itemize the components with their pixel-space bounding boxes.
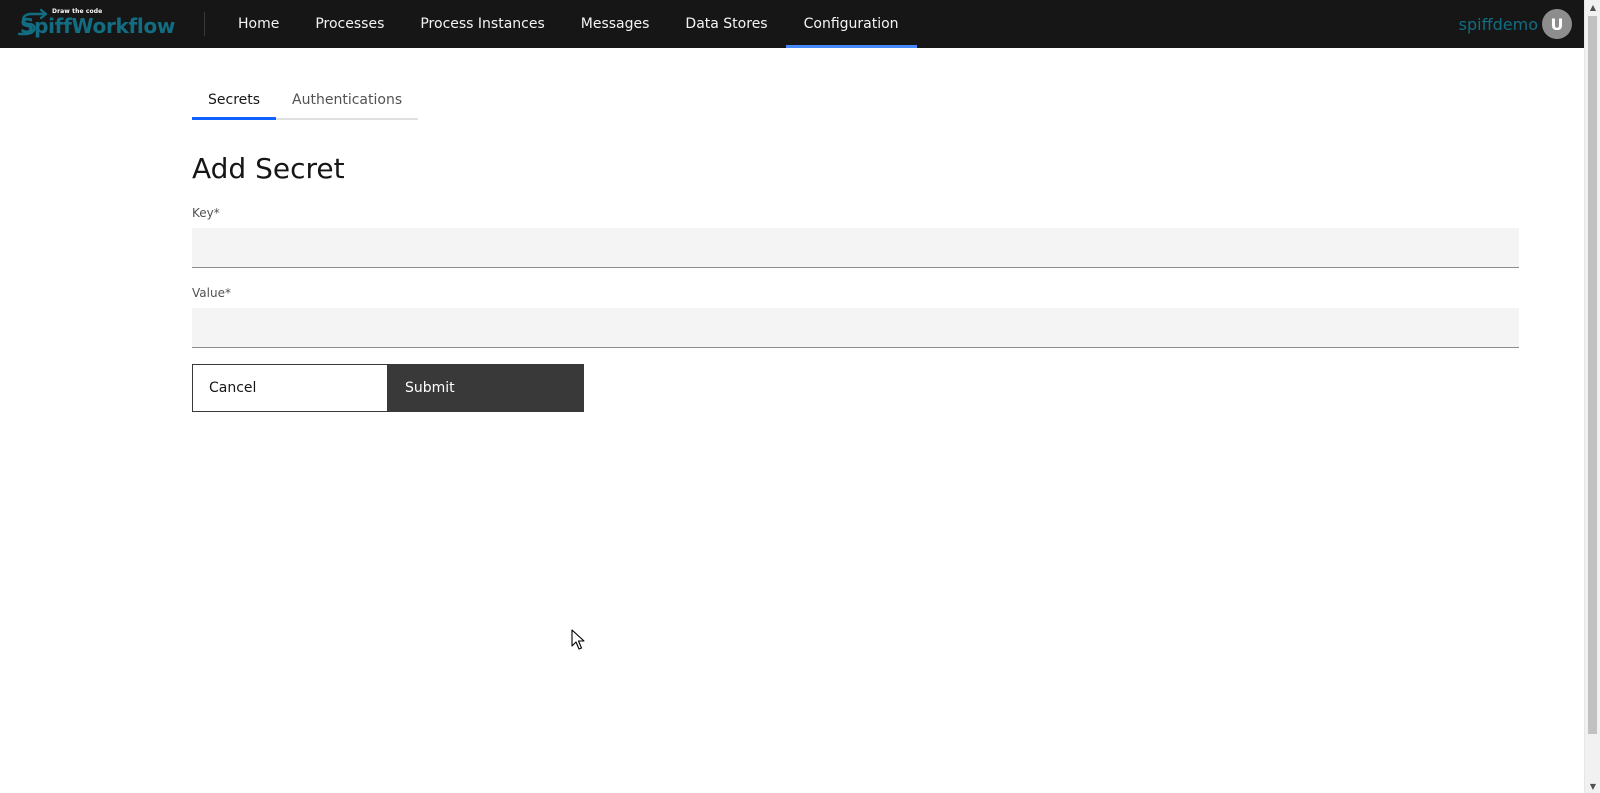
nav-item-messages[interactable]: Messages [563, 0, 668, 48]
chevron-up-icon[interactable]: ▲ [1585, 0, 1600, 14]
scrollbar-thumb[interactable] [1588, 16, 1597, 734]
value-input[interactable] [192, 308, 1519, 348]
cancel-button[interactable]: Cancel [192, 364, 388, 412]
chevron-down-icon[interactable]: ▼ [1585, 779, 1600, 793]
tab-label: Secrets [208, 91, 261, 108]
main-nav: Home Processes Process Instances Message… [220, 0, 917, 48]
nav-item-label: Configuration [803, 16, 899, 32]
app-logo[interactable]: Draw the code SpiffWorkflow [16, 6, 176, 42]
key-field-label: Key* [192, 206, 220, 220]
nav-item-label: Process Instances [420, 16, 545, 32]
logo-wordmark: SpiffWorkflow [20, 14, 176, 38]
nav-item-label: Messages [580, 16, 650, 32]
nav-item-label: Processes [315, 16, 385, 32]
tab-secrets[interactable]: Secrets [192, 82, 277, 120]
nav-item-configuration[interactable]: Configuration [785, 0, 917, 48]
nav-item-process-instances[interactable]: Process Instances [402, 0, 562, 48]
nav-item-home[interactable]: Home [220, 0, 297, 48]
nav-divider [204, 12, 205, 36]
submit-button[interactable]: Submit [388, 364, 584, 412]
mouse-pointer-icon [571, 629, 585, 650]
top-navigation-bar: Draw the code SpiffWorkflow Home Process… [0, 0, 1584, 48]
tab-label: Authentications [292, 92, 403, 108]
nav-item-label: Home [238, 16, 280, 32]
username[interactable]: spiffdemo [1459, 15, 1538, 34]
value-field-label: Value* [192, 286, 231, 300]
configuration-tabs: Secrets Authentications [192, 82, 419, 120]
tab-authentications[interactable]: Authentications [276, 82, 419, 120]
avatar-initial: U [1550, 14, 1564, 34]
nav-item-data-stores[interactable]: Data Stores [667, 0, 785, 48]
vertical-scrollbar[interactable]: ▲ ▼ [1584, 0, 1600, 793]
nav-item-processes[interactable]: Processes [297, 0, 402, 48]
avatar[interactable]: U [1542, 9, 1572, 39]
user-menu[interactable]: spiffdemo U [1459, 9, 1572, 39]
nav-item-label: Data Stores [685, 16, 768, 32]
key-input[interactable] [192, 228, 1519, 268]
page-title: Add Secret [192, 152, 345, 185]
